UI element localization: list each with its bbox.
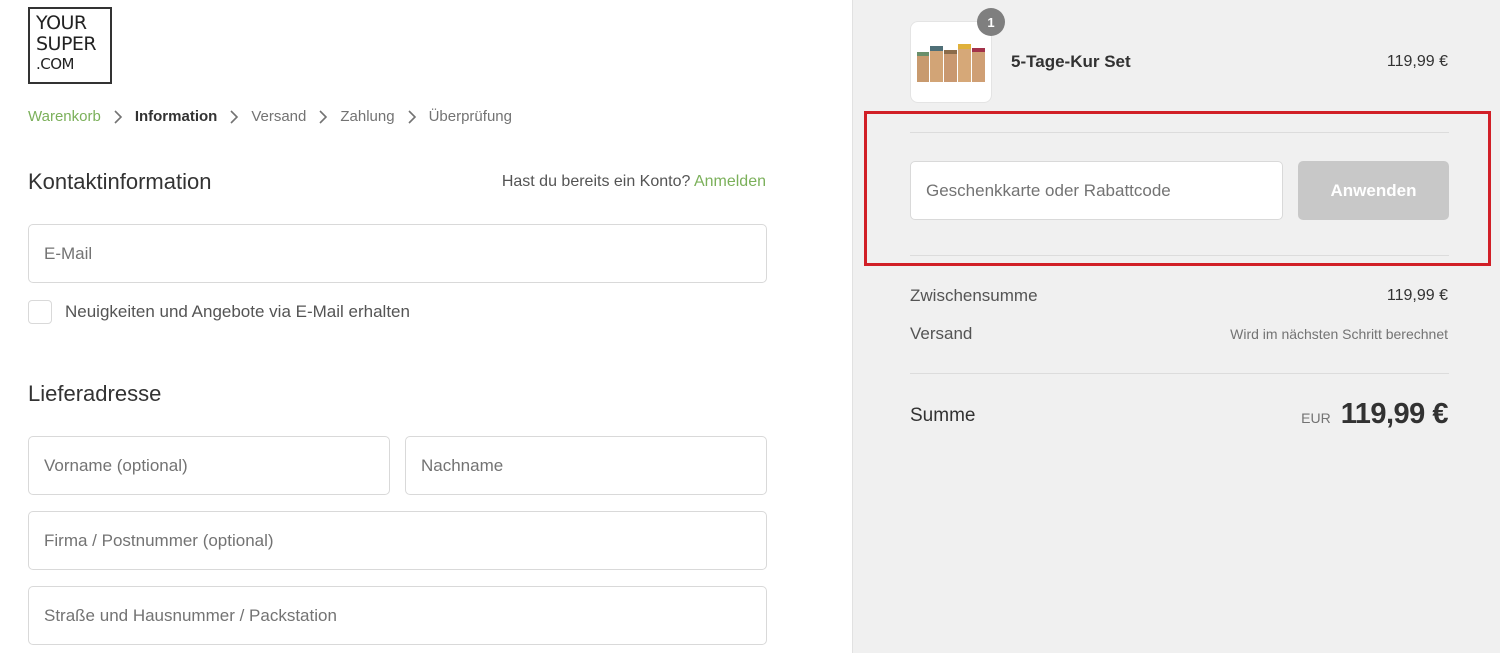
company-field[interactable] [29, 512, 766, 569]
logo-line-3: .COM [36, 55, 75, 73]
chevron-right-icon [407, 109, 417, 124]
shipping-value: Wird im nächsten Schritt berechnet [1230, 326, 1448, 342]
divider [910, 373, 1449, 374]
product-image [910, 21, 992, 103]
logo-line-2: SUPER [36, 33, 97, 55]
shipping-label: Versand [910, 324, 973, 343]
product-price: 119,99 € [1386, 53, 1448, 70]
chevron-right-icon [318, 109, 328, 124]
street-field-wrapper [28, 586, 767, 645]
firstname-field-wrapper [28, 436, 390, 495]
yoursuper-logo[interactable]: YOUR SUPER .COM [28, 7, 112, 84]
product-tubes-image [917, 44, 985, 82]
total-price: EUR 119,99 € [1301, 398, 1448, 431]
total-amount: 119,99 € [1340, 398, 1449, 430]
breadcrumb-shipping: Versand [251, 108, 307, 125]
subtotal-label: Zwischensumme [910, 286, 1038, 305]
account-prompt-text: Hast du bereits ein Konto? [501, 173, 691, 190]
breadcrumb-cart[interactable]: Warenkorb [28, 108, 101, 125]
discount-highlight-box [864, 111, 1491, 266]
firstname-field[interactable] [29, 437, 389, 494]
logo-line-1: YOUR [36, 12, 87, 34]
breadcrumb-review: Überprüfung [428, 108, 512, 125]
company-field-wrapper [28, 511, 767, 570]
login-link[interactable]: Anmelden [694, 173, 766, 190]
product-name: 5-Tage-Kur Set [1011, 52, 1131, 71]
newsletter-checkbox[interactable] [28, 300, 52, 324]
breadcrumb-payment: Zahlung [340, 108, 395, 125]
breadcrumb: Warenkorb Information Versand Zahlung Üb… [28, 108, 512, 125]
currency-code: EUR [1301, 410, 1331, 426]
order-summary: 1 5-Tage-Kur Set 119,99 € Anwenden Zwisc… [852, 0, 1500, 653]
email-field[interactable] [29, 225, 766, 282]
contact-section-title: Kontaktinformation [28, 169, 212, 194]
chevron-right-icon [113, 109, 123, 124]
newsletter-option: Neuigkeiten und Angebote via E-Mail erha… [28, 300, 410, 324]
checkout-main: YOUR SUPER .COM Warenkorb Information Ve… [0, 0, 852, 653]
login-prompt: Hast du bereits ein Konto? Anmelden [502, 173, 766, 191]
shipping-section-title: Lieferadresse [28, 381, 162, 406]
street-field[interactable] [29, 587, 766, 644]
subtotal-value: 119,99 € [1386, 287, 1448, 304]
quantity-badge: 1 [977, 8, 1005, 36]
email-field-wrapper [28, 224, 767, 283]
newsletter-label[interactable]: Neuigkeiten und Angebote via E-Mail erha… [65, 302, 410, 322]
lastname-field-wrapper [405, 436, 767, 495]
lastname-field[interactable] [406, 437, 766, 494]
breadcrumb-information: Information [134, 108, 218, 125]
chevron-right-icon [229, 109, 239, 124]
total-label: Summe [910, 405, 976, 426]
